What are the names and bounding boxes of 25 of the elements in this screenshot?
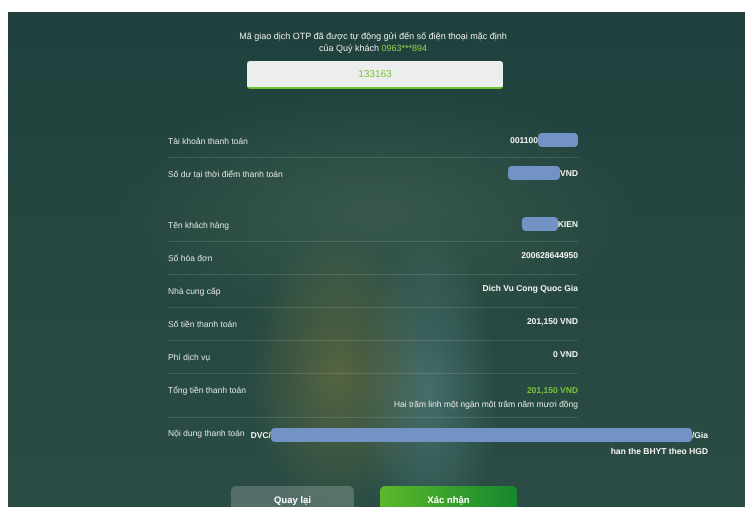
row-label: Số tiền thanh toán <box>168 319 238 329</box>
row-value: KIEN <box>558 219 578 229</box>
row-label: Tên khách hàng <box>168 220 229 230</box>
row-label: Nhà cung cấp <box>168 286 220 296</box>
row-value: Dich Vu Cong Quoc Gia <box>482 283 578 293</box>
row-label: Số dư tại thời điểm thanh toán <box>168 169 283 179</box>
row-value: VND <box>560 168 578 178</box>
row-value: /Gia <box>692 430 708 440</box>
row-label: Tổng tiền thanh toán <box>168 385 246 395</box>
amount-in-words: Hai trăm linh một ngàn một trăm năm mươi đồng <box>394 399 578 409</box>
otp-field[interactable]: 133163 <box>247 61 503 89</box>
row-value: han the BHYT theo HGD <box>610 446 708 456</box>
row-value: 0 VND <box>552 349 578 359</box>
row-value: 201,150 VND <box>526 316 578 326</box>
row-value: 200628644950 <box>521 250 578 260</box>
row-label: Số hóa đơn <box>168 253 212 263</box>
row-value: 001100 <box>510 135 538 145</box>
row-label: Phí dịch vụ <box>168 352 210 362</box>
row-label: Tài khoản thanh toán <box>168 136 248 146</box>
row-value: DVC/ <box>250 430 271 440</box>
confirm-button[interactable]: Xác nhận <box>380 486 517 507</box>
back-button[interactable]: Quay lại <box>231 486 354 507</box>
row-label: Nội dung thanh toán <box>168 428 245 440</box>
total-amount: 201,150 VND <box>526 385 578 395</box>
otp-notice: Mã giao dịch OTP đã được tự động gửi đến số điện thoại mặc định của Quý khách 0963***894 <box>238 30 508 54</box>
